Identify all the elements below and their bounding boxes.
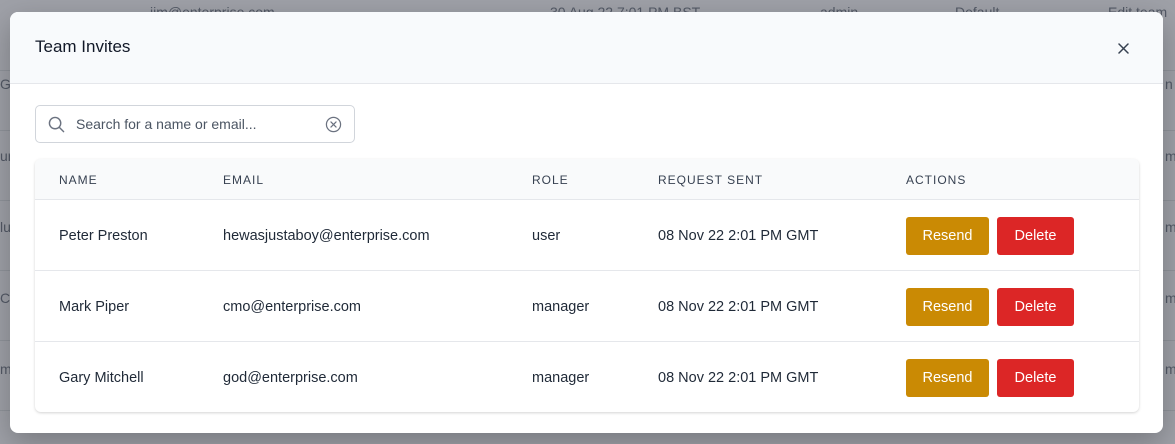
cell-request-sent: 08 Nov 22 2:01 PM GMT xyxy=(658,299,819,315)
table-row: Peter Preston hewasjustaboy@enterprise.c… xyxy=(35,200,1139,271)
search-icon xyxy=(48,116,65,133)
table-row: Mark Piper cmo@enterprise.com manager 08… xyxy=(35,271,1139,342)
cell-role: manager xyxy=(532,299,590,315)
cell-request-sent: 08 Nov 22 2:01 PM GMT xyxy=(658,228,819,244)
close-button[interactable] xyxy=(1113,38,1133,58)
clear-circle-icon[interactable] xyxy=(325,116,342,133)
search-box xyxy=(35,105,355,143)
modal-header: Team Invites xyxy=(10,12,1163,84)
cell-email: hewasjustaboy@enterprise.com xyxy=(223,228,430,244)
column-header-email: EMAIL xyxy=(223,173,265,187)
column-header-name: NAME xyxy=(59,173,98,187)
cell-name: Gary Mitchell xyxy=(59,370,144,386)
cell-name: Mark Piper xyxy=(59,299,130,315)
resend-button[interactable]: Resend xyxy=(906,288,989,326)
cell-role: user xyxy=(532,228,561,244)
resend-button[interactable]: Resend xyxy=(906,359,989,397)
cell-role: manager xyxy=(532,370,590,386)
cell-name: Peter Preston xyxy=(59,228,148,244)
invites-table: NAME EMAIL ROLE REQUEST SENT ACTIONS Pet… xyxy=(35,159,1139,412)
delete-button[interactable]: Delete xyxy=(997,359,1074,397)
delete-button[interactable]: Delete xyxy=(997,217,1074,255)
modal-title: Team Invites xyxy=(35,37,131,56)
cell-request-sent: 08 Nov 22 2:01 PM GMT xyxy=(658,370,819,386)
table-row: Gary Mitchell god@enterprise.com manager… xyxy=(35,342,1139,412)
close-icon xyxy=(1117,42,1129,54)
search-input[interactable] xyxy=(76,106,316,142)
resend-button[interactable]: Resend xyxy=(906,217,989,255)
cell-email: cmo@enterprise.com xyxy=(223,299,362,315)
table-header: NAME EMAIL ROLE REQUEST SENT ACTIONS xyxy=(35,159,1139,200)
delete-button[interactable]: Delete xyxy=(997,288,1074,326)
column-header-actions: ACTIONS xyxy=(906,173,967,187)
column-header-request-sent: REQUEST SENT xyxy=(658,173,764,187)
cell-email: god@enterprise.com xyxy=(223,370,358,386)
column-header-role: ROLE xyxy=(532,173,569,187)
team-invites-modal: Team Invites NAME EMAIL ROLE REQUEST SEN… xyxy=(10,12,1163,433)
